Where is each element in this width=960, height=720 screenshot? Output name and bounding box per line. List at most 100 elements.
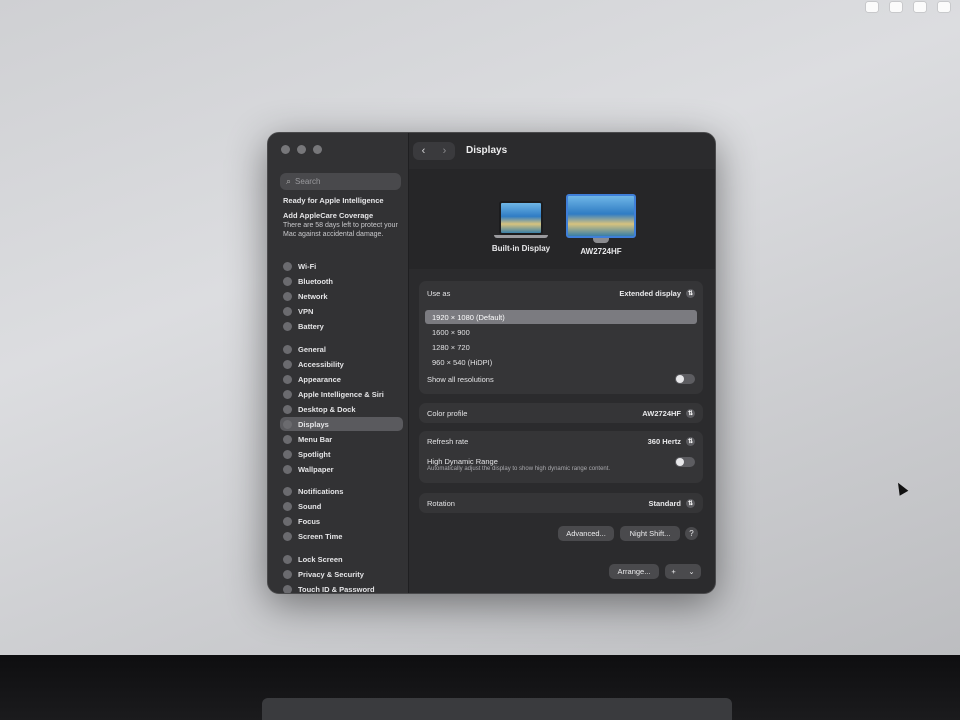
advanced-button[interactable]: Advanced...	[558, 526, 614, 541]
sidebar-item-label: Menu Bar	[298, 434, 333, 444]
lock-icon	[283, 554, 292, 564]
sidebar-item-lock-screen[interactable]: Lock Screen	[280, 552, 403, 566]
use-as-popup[interactable]: Extended display ⇅	[619, 288, 695, 298]
display-name: Built-in Display	[491, 244, 551, 253]
use-as-row: Use as Extended display ⇅	[427, 287, 695, 299]
color-profile-row: Color profile AW2724HF ⇅	[427, 407, 695, 419]
sidebar-item-menu-bar[interactable]: Menu Bar	[280, 432, 403, 446]
sidebar-item-label: Notifications	[298, 486, 344, 496]
history-nav: ‹ ›	[413, 142, 455, 160]
hdr-toggle[interactable]	[675, 457, 695, 467]
vpn-status-icon[interactable]	[890, 2, 902, 12]
sidebar-item-label: Bluetooth	[298, 276, 333, 286]
notifications-icon	[283, 486, 292, 496]
refresh-rate-value: 360 Hertz	[647, 436, 681, 446]
back-chevron-icon[interactable]: ‹	[415, 145, 433, 157]
menu-bar-icon	[283, 434, 292, 444]
sidebar-item-focus[interactable]: Focus	[280, 514, 403, 528]
display-external[interactable]: AW2724HF	[564, 194, 638, 256]
menu-extra-icon[interactable]	[866, 2, 878, 12]
rotation-group: Rotation Standard ⇅	[419, 493, 703, 513]
rotation-row: Rotation Standard ⇅	[427, 497, 695, 509]
sidebar-item-spotlight[interactable]: Spotlight	[280, 447, 403, 461]
chevron-updown-icon: ⇅	[686, 408, 695, 418]
promo-apple-intelligence[interactable]: Ready for Apple Intelligence	[283, 196, 384, 205]
sidebar-item-battery[interactable]: Battery	[280, 319, 403, 333]
sidebar-item-wi-fi[interactable]: Wi-Fi	[280, 259, 403, 273]
show-all-toggle[interactable]	[675, 374, 695, 384]
add-display-button[interactable]: + ⌄	[665, 564, 701, 579]
show-all-label: Show all resolutions	[427, 374, 494, 384]
help-button[interactable]: ?	[685, 527, 698, 540]
main-pane: ‹ › Displays Built-in Display AW2724HF U…	[409, 133, 715, 593]
sidebar-item-label: General	[298, 344, 326, 354]
sidebar-item-privacy-security[interactable]: Privacy & Security	[280, 567, 403, 581]
keyboard-input-icon[interactable]	[938, 2, 950, 12]
sidebar-item-displays[interactable]: Displays	[280, 417, 403, 431]
sidebar-item-bluetooth[interactable]: Bluetooth	[280, 274, 403, 288]
sidebar-item-apple-intelligence-siri[interactable]: Apple Intelligence & Siri	[280, 387, 403, 401]
laptop-base	[494, 235, 548, 238]
refresh-rate-row: Refresh rate 360 Hertz ⇅	[427, 435, 695, 447]
sidebar-item-touch-id-password[interactable]: Touch ID & Password	[280, 582, 403, 594]
night-shift-button[interactable]: Night Shift...	[620, 526, 680, 541]
color-profile-popup[interactable]: AW2724HF ⇅	[642, 408, 695, 418]
minimize-button[interactable]	[297, 145, 306, 154]
sidebar-item-general[interactable]: General	[280, 342, 403, 356]
search-field[interactable]: ⌕ Search	[280, 173, 401, 190]
sidebar-item-accessibility[interactable]: Accessibility	[280, 357, 403, 371]
page-title: Displays	[466, 145, 508, 156]
vpn-icon	[283, 306, 292, 316]
resolution-option[interactable]: 1280 × 720	[425, 340, 697, 354]
focus-icon	[283, 516, 292, 526]
refresh-rate-popup[interactable]: 360 Hertz ⇅	[647, 436, 695, 446]
rotation-popup[interactable]: Standard ⇅	[648, 498, 695, 508]
sidebar-item-label: Accessibility	[298, 359, 344, 369]
sidebar-item-notifications[interactable]: Notifications	[280, 484, 403, 498]
battery-status-icon[interactable]	[914, 2, 926, 12]
system-settings-window: ⌕ Search Ready for Apple Intelligence Ad…	[267, 132, 716, 594]
spotlight-icon	[283, 449, 292, 459]
sidebar-item-label: Apple Intelligence & Siri	[298, 389, 384, 399]
sidebar-item-sound[interactable]: Sound	[280, 499, 403, 513]
sidebar-item-label: Appearance	[298, 374, 341, 384]
sidebar-item-label: Focus	[298, 516, 321, 526]
sidebar-item-appearance[interactable]: Appearance	[280, 372, 403, 386]
display-name: AW2724HF	[580, 247, 622, 256]
rotation-label: Rotation	[427, 498, 455, 508]
arrange-button[interactable]: Arrange...	[609, 564, 659, 579]
screen-time-icon	[283, 531, 292, 541]
resolution-option[interactable]: 1600 × 900	[425, 325, 697, 339]
mouse-pointer	[893, 480, 909, 496]
privacy-hand-icon	[283, 569, 292, 579]
hdr-description: Automatically adjust the display to show…	[427, 466, 611, 472]
close-button[interactable]	[281, 145, 290, 154]
rotation-value: Standard	[648, 498, 681, 508]
sidebar-item-desktop-dock[interactable]: Desktop & Dock	[280, 402, 403, 416]
display-builtin[interactable]: Built-in Display	[489, 201, 553, 253]
color-profile-label: Color profile	[427, 408, 468, 418]
promo-applecare-title[interactable]: Add AppleCare Coverage	[283, 211, 373, 220]
sidebar-item-vpn[interactable]: VPN	[280, 304, 403, 318]
forward-chevron-icon[interactable]: ›	[436, 145, 454, 157]
search-icon: ⌕	[286, 176, 292, 186]
sidebar-item-label: Touch ID & Password	[298, 584, 375, 594]
zoom-button[interactable]	[313, 145, 322, 154]
display-thumbnail	[566, 194, 636, 238]
sidebar: ⌕ Search Ready for Apple Intelligence Ad…	[268, 133, 409, 593]
sidebar-item-label: Network	[298, 291, 328, 301]
hdr-label: High Dynamic Range	[427, 457, 498, 466]
sidebar-item-label: Wallpaper	[298, 464, 334, 474]
sidebar-item-wallpaper[interactable]: Wallpaper	[280, 462, 403, 476]
search-placeholder: Search	[295, 177, 321, 186]
sidebar-item-network[interactable]: Network	[280, 289, 403, 303]
window-controls	[281, 145, 322, 154]
display-arrangement: Built-in Display AW2724HF	[409, 169, 715, 269]
color-profile-group: Color profile AW2724HF ⇅	[419, 403, 703, 423]
sidebar-item-screen-time[interactable]: Screen Time	[280, 529, 403, 543]
wifi-icon	[283, 261, 292, 271]
use-as-label: Use as	[427, 288, 451, 298]
resolution-option[interactable]: 1920 × 1080 (Default)	[425, 310, 697, 324]
accessibility-icon	[283, 359, 292, 369]
resolution-option[interactable]: 960 × 540 (HiDPI)	[425, 355, 697, 369]
